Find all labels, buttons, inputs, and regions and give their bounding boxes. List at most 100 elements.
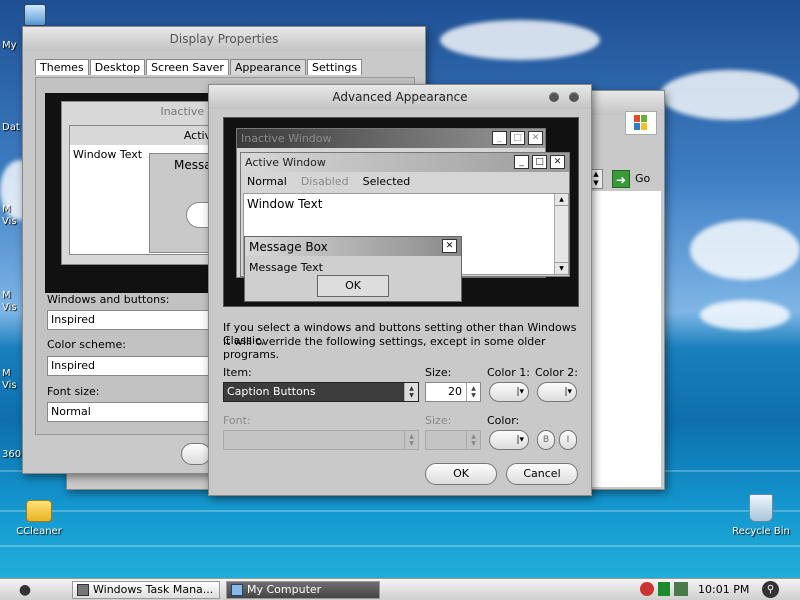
computer-icon [231, 584, 243, 596]
spin-arrows-icon: ▲ ▼ [466, 383, 480, 401]
close-icon: ✕ [528, 131, 543, 145]
my-computer-desktop-icon[interactable] [24, 4, 46, 26]
apple-menu-icon[interactable]: ● [18, 582, 32, 598]
ok-button[interactable] [181, 443, 211, 465]
font-size-stepper[interactable]: ▲ ▼ [425, 430, 481, 450]
tray-app-icon[interactable] [640, 582, 654, 596]
preview-inactive-title: Inactive Window [241, 132, 332, 145]
sea-glint [0, 510, 800, 512]
font-size-label: Size: [425, 414, 452, 427]
recycle-bin-icon [749, 494, 773, 522]
desktop-icon-label[interactable]: Vis [2, 302, 17, 313]
font-label: Font: [223, 414, 251, 427]
font-color-button[interactable]: |▾ [489, 430, 529, 450]
preview-message-box: Message Box ✕ Message Text OK [244, 236, 462, 302]
maximize-icon: □ [510, 131, 525, 145]
tray-network-icon[interactable] [674, 582, 688, 596]
clock[interactable]: 10:01 PM [698, 583, 749, 596]
cloud [660, 70, 800, 120]
bold-button[interactable]: B [537, 430, 555, 450]
close-button[interactable] [569, 92, 579, 102]
window-title: Display Properties [169, 32, 279, 46]
search-icon[interactable]: ⚲ [762, 581, 779, 598]
chevron-down-icon: |▾ [516, 387, 524, 397]
tray-icons [640, 582, 688, 596]
windows-buttons-label: Windows and buttons: [47, 293, 170, 306]
color2-button[interactable]: |▾ [537, 382, 577, 402]
tab-settings[interactable]: Settings [306, 59, 363, 75]
cloud [700, 300, 790, 330]
taskbar-item-my-computer[interactable]: My Computer [226, 581, 380, 599]
tab-screen-saver[interactable]: Screen Saver [146, 59, 229, 75]
preview-scrollbar: ▲ ▼ [554, 194, 568, 274]
dropdown-arrow-icon: ▲ ▼ [404, 431, 418, 449]
item-label: Item: [223, 366, 252, 379]
desktop-icon-label[interactable]: My [2, 40, 17, 51]
font-color-label: Color: [487, 414, 520, 427]
tab-themes[interactable]: Themes [35, 59, 89, 75]
window-title: Advanced Appearance [332, 90, 468, 104]
preview-inactive-titlebar: Inactive Window _ □ ✕ [237, 129, 545, 148]
preview-message-title: Message Box [249, 239, 328, 254]
desktop-icon-label[interactable]: M [2, 368, 11, 379]
task-manager-icon [77, 584, 89, 596]
size-value: 20 [448, 385, 462, 398]
ok-button[interactable]: OK [425, 463, 497, 485]
desktop-icon-label[interactable]: Vis [2, 380, 17, 391]
italic-button[interactable]: I [559, 430, 577, 450]
help-button[interactable] [549, 92, 559, 102]
go-label: Go [635, 172, 651, 185]
preview-menu-bar: Normal Disabled Selected [241, 172, 569, 191]
desktop-icon-label[interactable]: M [2, 204, 11, 215]
chevron-down-icon: |▾ [564, 387, 572, 397]
color-scheme-label: Color scheme: [47, 338, 126, 351]
windows-flag-icon [634, 115, 647, 130]
font-size-label: Font size: [47, 385, 100, 398]
menu-selected: Selected [362, 175, 411, 188]
ccleaner-desktop-icon[interactable]: CCleaner [4, 496, 74, 537]
dropdown-arrow-icon: ▲ ▼ [404, 383, 418, 401]
cloud [440, 20, 600, 60]
taskbar: ● Windows Task Mana... My Computer 10:01… [0, 578, 800, 600]
preview-active-title: Active Window [245, 156, 326, 169]
color2-label: Color 2: [535, 366, 578, 379]
tab-strip: Themes Desktop Screen Saver Appearance S… [35, 59, 363, 75]
size-stepper[interactable]: 20 ▲ ▼ [425, 382, 481, 402]
desktop-icon-label: Recycle Bin [732, 526, 790, 537]
close-icon: ✕ [442, 239, 457, 253]
item-select[interactable]: Caption Buttons ▲ ▼ [223, 382, 419, 402]
menu-normal: Normal [247, 175, 287, 188]
cloud [690, 220, 800, 280]
desktop-icon-label[interactable]: 360 [2, 449, 21, 460]
desktop-icon-label[interactable]: Dat [2, 122, 20, 133]
font-size-select[interactable]: Normal [47, 402, 217, 422]
desktop-icon-label[interactable]: M [2, 290, 11, 301]
tray-app-icon[interactable] [658, 582, 670, 596]
menu-disabled: Disabled [300, 175, 349, 188]
info-text: it will override the following settings,… [223, 335, 546, 361]
tab-appearance[interactable]: Appearance [229, 59, 306, 75]
windows-buttons-select[interactable]: Inspired [47, 310, 217, 330]
window-titlebar[interactable]: Display Properties [23, 27, 425, 51]
tab-desktop[interactable]: Desktop [89, 59, 146, 75]
preview-ok-button: OK [317, 275, 389, 297]
minimize-icon: _ [514, 155, 529, 169]
recycle-bin-desktop-icon[interactable]: Recycle Bin [726, 494, 796, 537]
folder-icon [26, 500, 52, 522]
preview-active-titlebar: Active Window _ □ ✕ [241, 153, 569, 172]
spin-arrows-icon: ▲ ▼ [466, 431, 480, 449]
taskbar-item-task-manager[interactable]: Windows Task Mana... [72, 581, 220, 599]
color-scheme-select[interactable]: Inspired [47, 356, 217, 376]
go-button[interactable]: ➜ Go [610, 169, 660, 189]
font-select[interactable]: ▲ ▼ [223, 430, 419, 450]
item-value: Caption Buttons [227, 385, 316, 398]
preview-message-titlebar: Message Box ✕ [245, 237, 461, 256]
color1-button[interactable]: |▾ [489, 382, 529, 402]
cancel-button[interactable]: Cancel [506, 463, 578, 485]
desktop-icon-label: CCleaner [16, 526, 62, 537]
desktop-icon-label[interactable]: Vis [2, 216, 17, 227]
close-icon: ✕ [550, 155, 565, 169]
preview-area: Inactive Window _ □ ✕ Active Window _ □ … [223, 117, 579, 307]
preview-window-text: Window Text [247, 197, 323, 211]
window-titlebar[interactable]: Advanced Appearance [209, 85, 591, 109]
